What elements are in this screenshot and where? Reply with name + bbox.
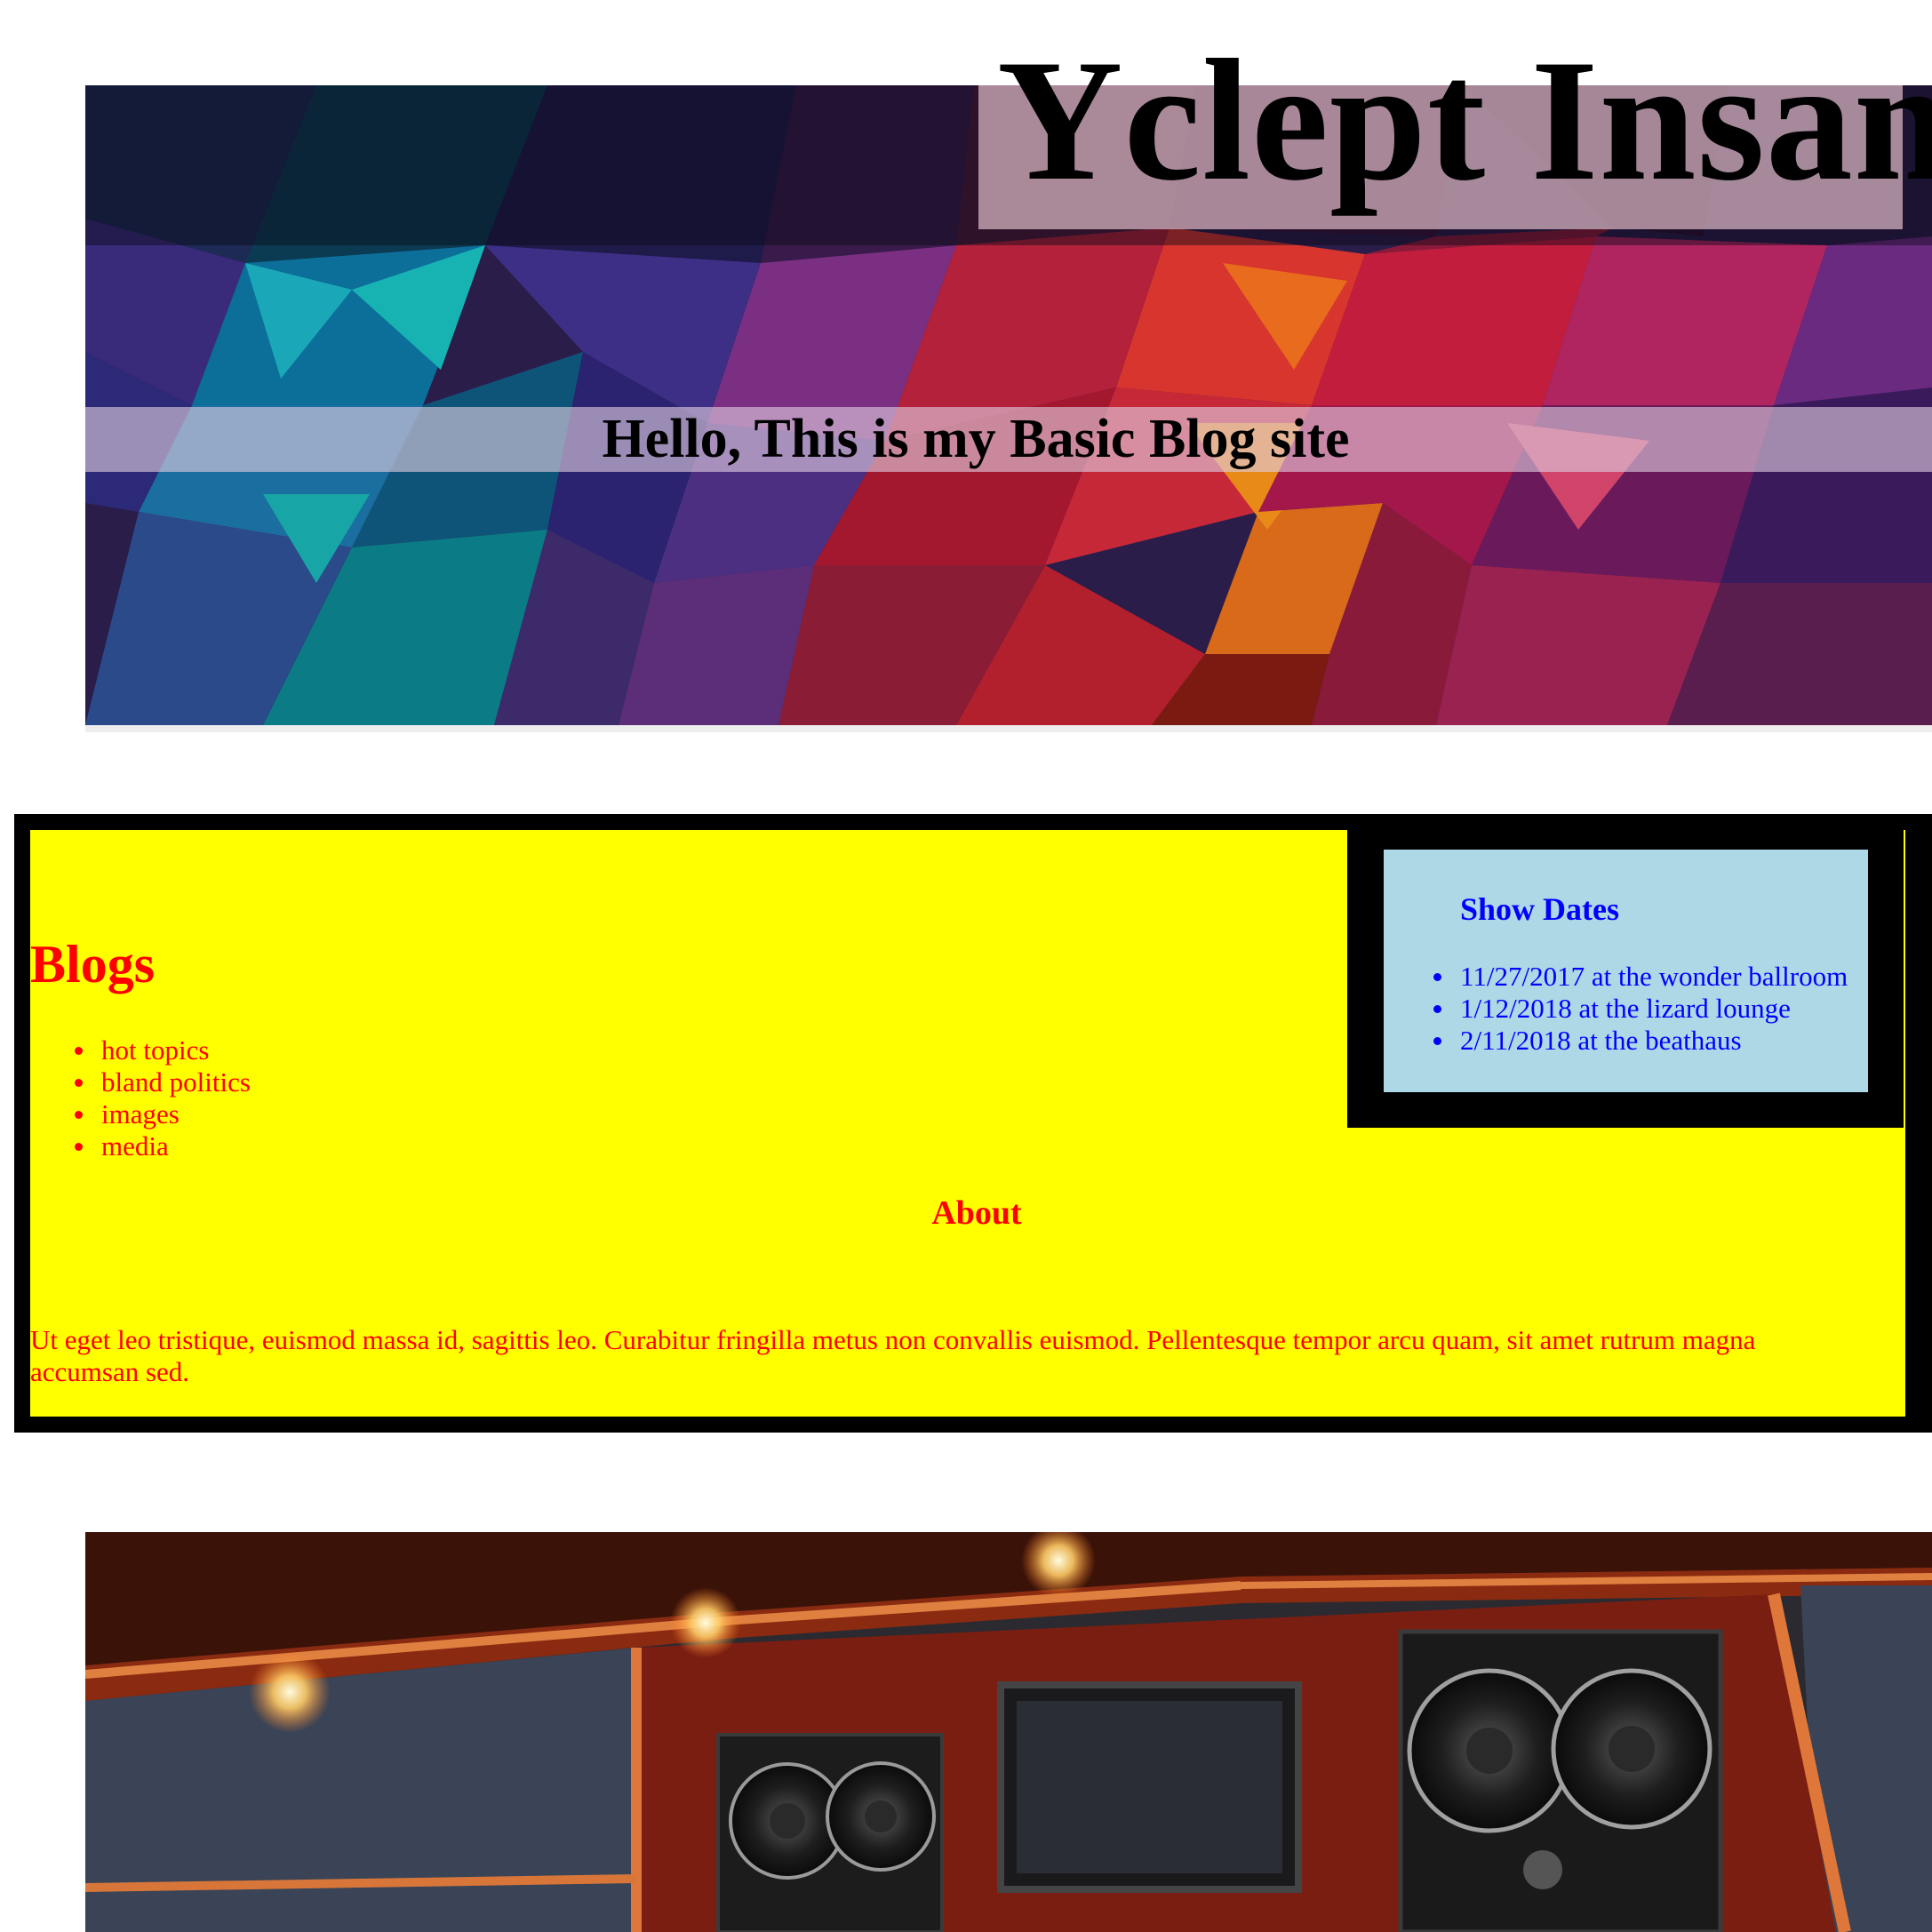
content-right-border: [1905, 830, 1932, 1417]
page: Yclept Insan Hello, This is my Basic Blo…: [0, 0, 1932, 1932]
about-text: Ut eget leo tristique, euismod massa id,…: [30, 1324, 1756, 1387]
show-dates-list: 11/27/2017 at the wonder ballroom 1/12/2…: [1433, 961, 1848, 1057]
studio-photo: [85, 1532, 1932, 1932]
blog-item-hot-topics[interactable]: hot topics: [75, 1034, 251, 1066]
studio-illustration: [85, 1532, 1932, 1932]
show-date-item: 11/27/2017 at the wonder ballroom: [1433, 961, 1848, 992]
blogs-list: hot topics bland politics images media: [75, 1034, 251, 1162]
blog-item-images[interactable]: images: [75, 1098, 251, 1130]
banner-bottom-edge: [85, 725, 1932, 732]
show-date-item: 2/11/2018 at the beathaus: [1433, 1025, 1848, 1057]
about-heading: About: [931, 1194, 1022, 1232]
show-dates-heading: Show Dates: [1460, 891, 1620, 927]
blog-item-bland-politics[interactable]: bland politics: [75, 1066, 251, 1098]
blog-item-media[interactable]: media: [75, 1130, 251, 1162]
site-title: Yclept Insan: [997, 24, 1932, 217]
show-date-item: 1/12/2018 at the lizard lounge: [1433, 993, 1848, 1025]
blogs-heading: Blogs: [30, 935, 156, 994]
site-subtitle: Hello, This is my Basic Blog site: [602, 409, 1350, 469]
